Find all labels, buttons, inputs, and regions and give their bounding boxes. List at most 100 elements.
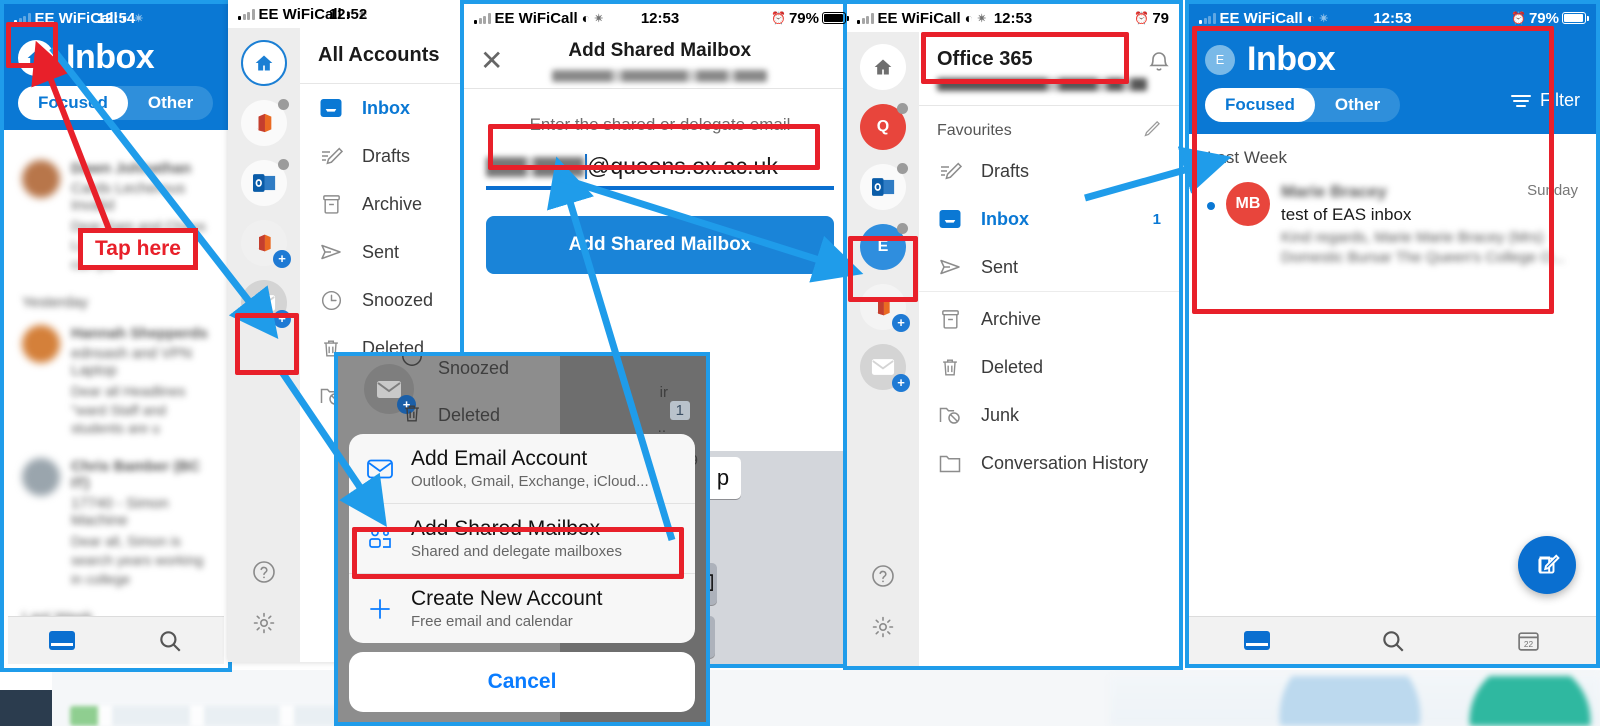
mail-preview: Kind regards, Marie Marie Bracey (Mrs) D… xyxy=(1281,229,1565,267)
edit-favourites-button[interactable] xyxy=(1141,118,1161,143)
focus-toggle[interactable]: Focused Other xyxy=(1205,88,1401,122)
account-header: Office 365 xyxy=(919,32,1179,106)
nav-mail[interactable] xyxy=(8,631,116,650)
folder-label: Drafts xyxy=(981,160,1030,181)
account-rail: Q E + + xyxy=(847,32,919,666)
list-item[interactable]: Hannah Shepperds ednsash and VPN Laptop … xyxy=(8,315,224,449)
help-button[interactable] xyxy=(871,564,895,593)
menu-item-add-shared-mailbox[interactable]: Add Shared Mailbox Shared and delegate m… xyxy=(349,503,695,573)
carrier-label: EE WiFiCall xyxy=(877,9,961,27)
folder-drafts[interactable]: Drafts xyxy=(300,132,468,180)
menu-item-title: Add Email Account xyxy=(411,447,588,470)
rail-queens-account[interactable]: Q xyxy=(860,103,908,150)
battery-percent: 79% xyxy=(788,9,819,27)
page-title: Inbox xyxy=(1247,40,1336,78)
inbox-header: Inbox Focused Other xyxy=(4,32,228,130)
menu-item-title: Add Shared Mailbox xyxy=(411,517,601,540)
sent-icon xyxy=(937,254,963,280)
filter-button[interactable]: Filter xyxy=(1510,90,1580,111)
nav-search[interactable] xyxy=(1325,628,1461,654)
folder-sent[interactable]: Sent xyxy=(300,228,468,276)
inbox-header: E Inbox Focused Other Filter xyxy=(1189,32,1596,134)
notifications-button[interactable] xyxy=(1147,48,1171,79)
envelope-icon xyxy=(252,295,276,311)
rail-eas-shared-account[interactable]: E xyxy=(860,223,908,270)
add-shared-mailbox-button[interactable]: Add Shared Mailbox xyxy=(486,216,834,274)
rail-add-mail-account[interactable]: + xyxy=(860,344,910,392)
account-title: All Accounts xyxy=(318,44,440,66)
mail-sender: Marie Bracey xyxy=(1281,182,1387,201)
calendar-icon: 22 xyxy=(1517,632,1539,651)
unread-badge xyxy=(278,99,289,110)
nav-mail[interactable] xyxy=(1189,631,1325,650)
folder-label: Snoozed xyxy=(362,289,434,310)
menu-item-create-new-account[interactable]: Create New Account Free email and calend… xyxy=(349,573,695,643)
mail-preview: Dear all Headlines "ward Staff and stude… xyxy=(71,382,186,437)
account-avatar-button[interactable]: E xyxy=(1205,44,1235,75)
tab-focused[interactable]: Focused xyxy=(18,86,128,120)
nav-search[interactable] xyxy=(116,628,224,654)
focus-toggle[interactable]: Focused Other xyxy=(18,86,214,120)
folder-inbox[interactable]: Inbox xyxy=(300,84,468,132)
rail-outlook[interactable] xyxy=(860,163,908,210)
plus-icon: + xyxy=(892,314,910,332)
signal-icon xyxy=(14,12,31,24)
folder-inbox[interactable]: Inbox 1 xyxy=(919,195,1179,243)
folder-junk[interactable]: Junk xyxy=(919,391,1179,439)
rail-add-office-account[interactable]: + xyxy=(860,284,910,332)
compose-button[interactable] xyxy=(1518,536,1576,594)
rail-add-mail-account[interactable]: + xyxy=(241,280,291,328)
snowflake-icon: ✴ xyxy=(977,12,987,25)
rail-add-office-account[interactable]: + xyxy=(241,220,291,268)
folder-conversation-history[interactable]: Conversation History xyxy=(919,439,1179,487)
folder-archive[interactable]: Archive xyxy=(919,291,1179,343)
shared-email-input[interactable]: @queens.ox.ac.uk xyxy=(486,153,834,190)
rail-office-365[interactable] xyxy=(241,99,289,146)
help-button[interactable] xyxy=(252,560,276,589)
tab-focused[interactable]: Focused xyxy=(1205,88,1315,122)
rail-outlook[interactable] xyxy=(241,159,289,206)
settings-button[interactable] xyxy=(252,611,276,640)
tab-other[interactable]: Other xyxy=(128,86,213,120)
menu-item-add-email-account[interactable]: Add Email Account Outlook, Gmail, Exchan… xyxy=(349,434,695,503)
status-bar: EE WiFiCall ◐ ✴ 12:53 ⏰ 79% xyxy=(1189,4,1596,32)
mail-icon xyxy=(1243,631,1270,650)
settings-button[interactable] xyxy=(871,615,895,644)
alarm-icon: ⏰ xyxy=(1134,11,1150,25)
filter-icon xyxy=(1511,94,1531,107)
search-icon xyxy=(160,630,181,652)
folder-label: Sent xyxy=(362,241,400,262)
form-hint: Enter the shared or delegate email xyxy=(529,115,791,134)
home-button[interactable] xyxy=(18,39,54,76)
wifi-icon: ◐ xyxy=(345,6,355,22)
folder-drafts[interactable]: Drafts xyxy=(919,147,1179,195)
folder-label: Deleted xyxy=(981,356,1044,377)
status-bar: EE WiFiCall ◐ ✴ 12:52 xyxy=(228,0,468,28)
modal-header: ✕ Add Shared Mailbox xyxy=(464,32,856,89)
action-sheet: Add Email Account Outlook, Gmail, Exchan… xyxy=(349,434,695,712)
nav-calendar[interactable]: 22 xyxy=(1460,628,1596,653)
folder-snoozed[interactable]: Snoozed xyxy=(300,276,468,324)
tab-other[interactable]: Other xyxy=(1315,88,1400,122)
rail-home[interactable] xyxy=(241,40,287,86)
folder-deleted[interactable]: Deleted xyxy=(919,343,1179,391)
list-item[interactable]: MB Marie Bracey Sunday test of EAS inbox… xyxy=(1189,174,1596,283)
trash-icon xyxy=(405,405,419,422)
folder-sent[interactable]: Sent xyxy=(919,243,1179,291)
folder-archive[interactable]: Archive xyxy=(300,180,468,228)
archive-icon xyxy=(318,191,344,217)
wifi-icon: ◐ xyxy=(121,10,131,26)
alarm-icon: ⏰ xyxy=(1511,11,1526,25)
menu-item-subtitle: Outlook, Gmail, Exchange, iCloud... xyxy=(411,473,649,490)
close-icon[interactable]: ✕ xyxy=(480,47,503,75)
pencil-icon xyxy=(1144,120,1160,137)
wifi-icon: ◐ xyxy=(581,10,591,26)
battery-icon xyxy=(1562,12,1589,24)
cancel-button[interactable]: Cancel xyxy=(349,652,695,712)
folder-label: Archive xyxy=(362,193,423,214)
key-p[interactable]: p xyxy=(705,457,741,499)
rail-home[interactable] xyxy=(860,44,906,90)
list-item[interactable]: Chris Bamber (BC IT) 17740 - Simon Machi… xyxy=(8,448,224,599)
carrier-label: EE WiFiCall xyxy=(1219,9,1303,27)
office-icon xyxy=(256,113,272,133)
